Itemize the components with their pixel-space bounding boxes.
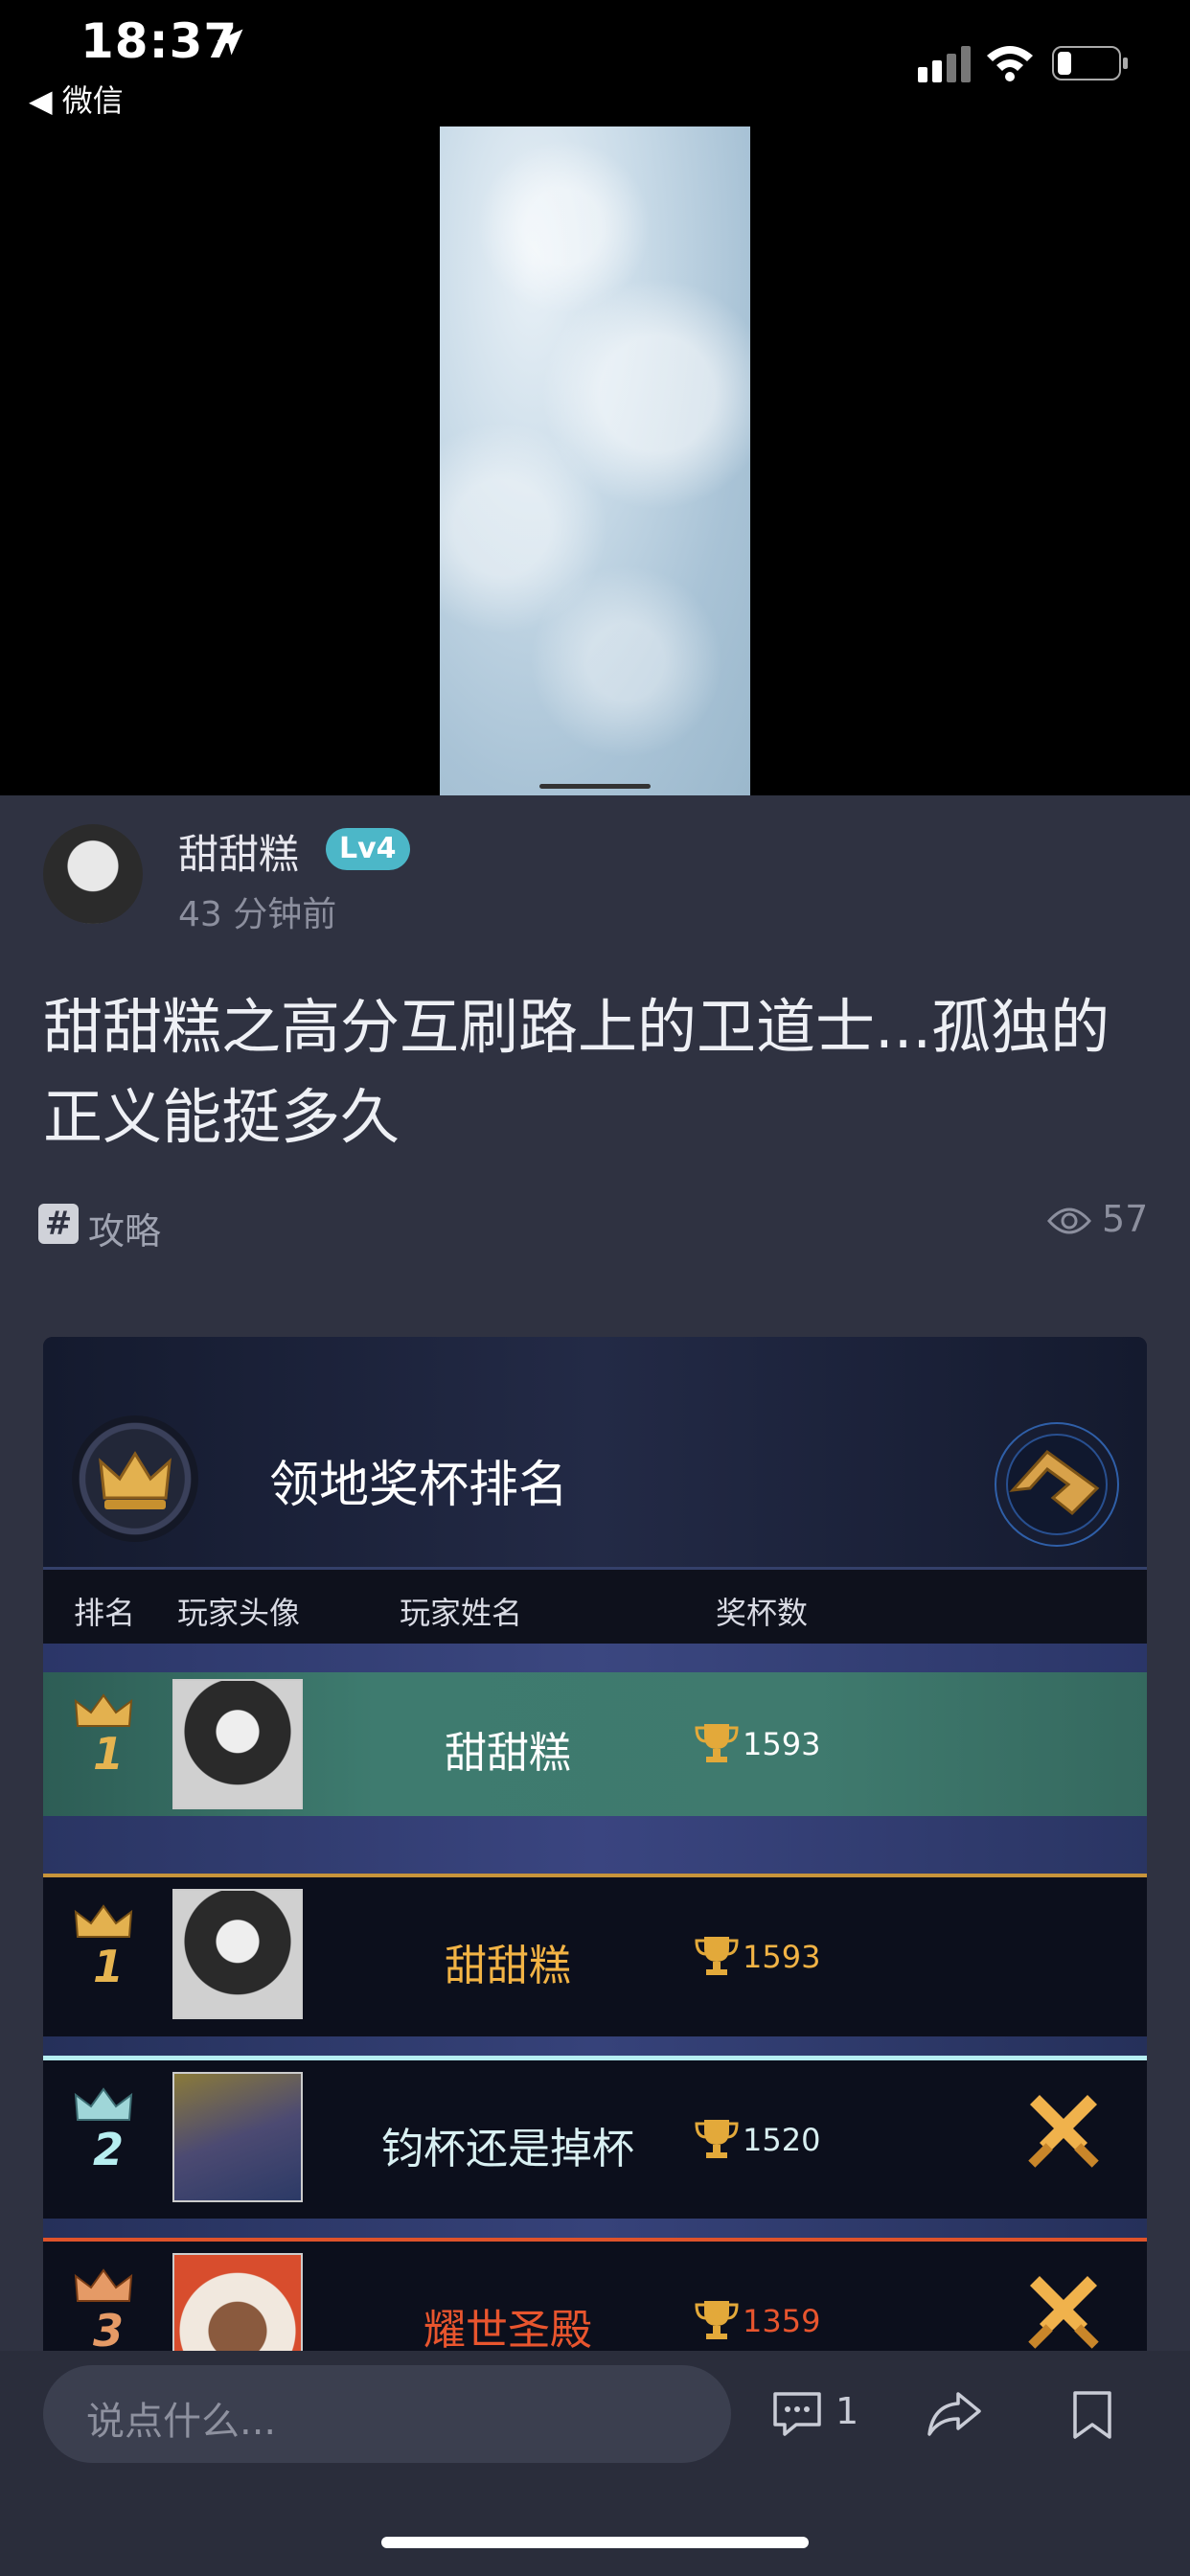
player-name: 甜甜糕 (445, 1942, 571, 1990)
trophy-icon (695, 2120, 739, 2158)
ranking-column-header: 排名 玩家头像 玩家姓名 奖杯数 (43, 1567, 1147, 1646)
view-count: 57 (1102, 1198, 1149, 1240)
post-tag[interactable]: 攻略 (88, 1202, 161, 1254)
ranking-row: 3 耀世圣殿 1359 (43, 2238, 1147, 2353)
column-rank: 排名 (74, 1595, 136, 1631)
player-avatar (172, 2072, 303, 2202)
comment-count[interactable]: 1 (835, 2390, 858, 2432)
comment-placeholder[interactable]: 说点什么... (86, 2390, 276, 2446)
trophy-icon (695, 1724, 739, 1762)
trophy-icon (695, 2301, 739, 2339)
ranking-header (43, 1337, 1147, 1567)
level-badge: Lv4 (326, 828, 410, 870)
share-icon[interactable] (926, 2390, 983, 2438)
back-to-wechat-link[interactable]: ◀ 微信 (29, 77, 124, 121)
player-name: 钧杯还是掉杯 (381, 2125, 634, 2174)
column-trophies: 奖杯数 (716, 1595, 809, 1631)
author-name[interactable]: 甜甜糕 (178, 822, 299, 881)
player-name: 甜甜糕 (445, 1729, 571, 1778)
post-time: 43 分钟前 (178, 895, 337, 934)
author-avatar[interactable] (43, 824, 143, 924)
ranking-row: 2 钧杯还是掉杯 1520 (43, 2056, 1147, 2223)
player-avatar (172, 1679, 303, 1809)
hashtag-icon: # (38, 1204, 79, 1244)
crown-icon (99, 1451, 172, 1509)
location-arrow-icon (217, 29, 243, 56)
column-name: 玩家姓名 (400, 1595, 523, 1631)
ranking-row-self: 1 甜甜糕 1593 (43, 1672, 1147, 1816)
column-avatar: 玩家头像 (177, 1595, 301, 1631)
comment-icon[interactable] (771, 2390, 823, 2438)
bookmark-icon[interactable] (1071, 2390, 1113, 2440)
video-thumbnail[interactable] (440, 126, 750, 795)
trophy-icon (695, 1937, 739, 1975)
post-image[interactable]: 领地奖杯排名 排名 玩家头像 玩家姓名 奖杯数 1 甜甜糕 1593 1 甜甜糕… (43, 1337, 1147, 2353)
eye-icon (1047, 1208, 1091, 1234)
signal-icon (918, 46, 971, 82)
divider (43, 1816, 1147, 1874)
gold-crown-icon (74, 1904, 133, 1938)
wifi-icon (987, 46, 1033, 81)
silver-crown-icon (74, 2087, 133, 2121)
post-title: 甜甜糕之高分互刷路上的卫道士...孤独的正义能挺多久 (43, 992, 1110, 1152)
rank-number: 1 (92, 1941, 124, 1992)
ranking-title: 领地奖杯排名 (269, 1457, 569, 1514)
crown-badge (72, 1415, 198, 1542)
player-avatar (172, 1889, 303, 2019)
crossed-swords-icon (1028, 2276, 1099, 2349)
trophy-score: 1520 (743, 2122, 821, 2158)
home-indicator (381, 2537, 809, 2548)
emblem-icon (995, 1422, 1119, 1547)
gold-crown-icon (74, 1693, 133, 1727)
ranking-row: 1 甜甜糕 1593 (43, 1874, 1147, 2040)
bronze-crown-icon (74, 2268, 133, 2302)
divider (43, 2219, 1147, 2238)
video-progress-handle (539, 784, 651, 789)
battery-icon (1052, 46, 1128, 80)
trophy-score: 1359 (743, 2303, 821, 2339)
divider (43, 2036, 1147, 2056)
rank-number: 1 (92, 1728, 124, 1780)
trophy-score: 1593 (743, 1726, 821, 1762)
rank-number: 2 (92, 2124, 124, 2175)
rank-number: 3 (92, 2305, 124, 2353)
crossed-swords-icon (1028, 2095, 1099, 2168)
trophy-score: 1593 (743, 1939, 821, 1975)
player-avatar (172, 2253, 303, 2353)
player-name: 耀世圣殿 (423, 2306, 592, 2353)
